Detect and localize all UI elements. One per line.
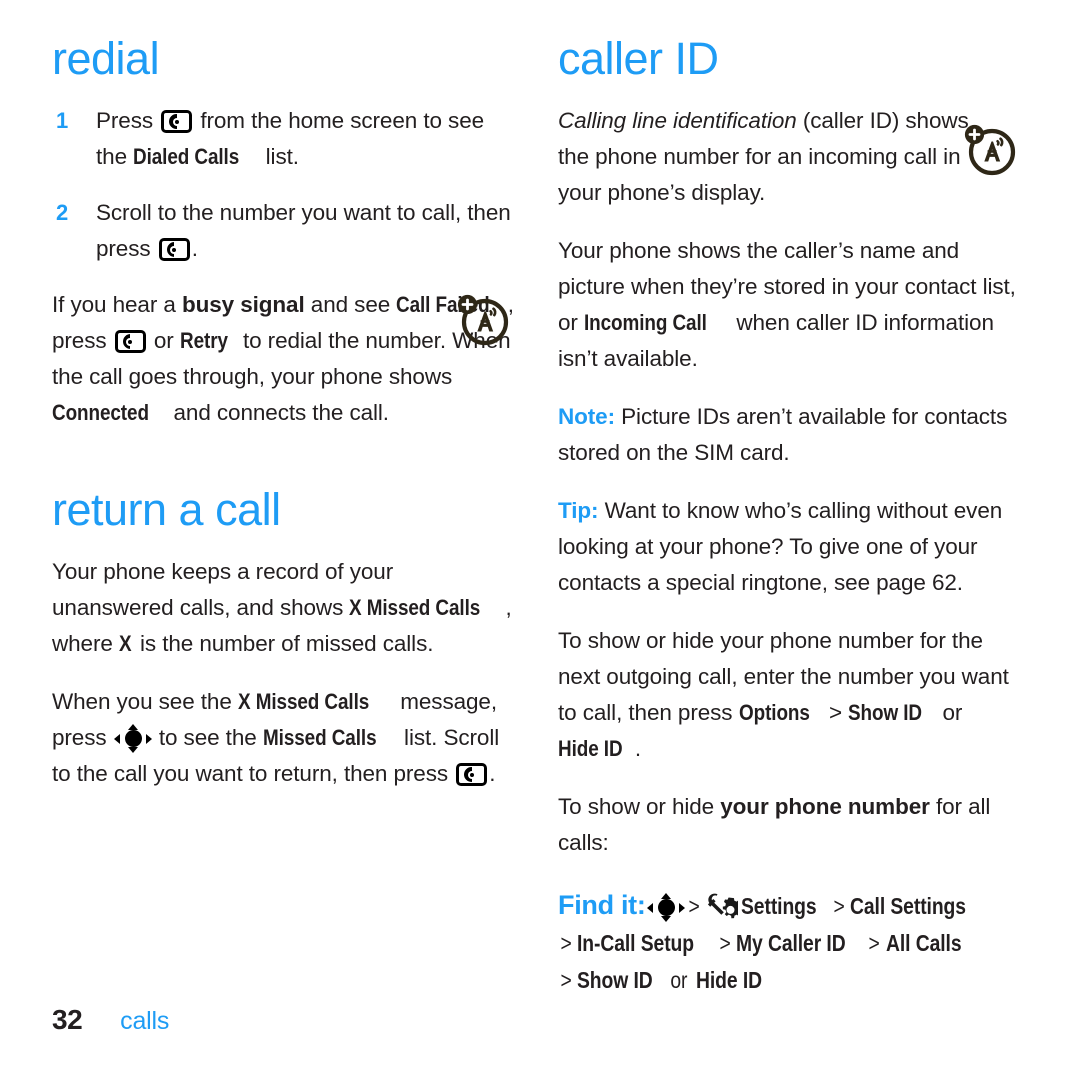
path-separator: > [560, 930, 572, 956]
path-item: In-Call Setup [577, 930, 695, 956]
text-run: Your phone keeps a record of your unansw… [52, 559, 394, 620]
tip-keyword: Tip: [558, 498, 599, 523]
manual-page: redial 1 Press from the home screen to s… [0, 0, 1080, 1080]
section-title-return-a-call: return a call [52, 484, 281, 535]
nav-key-icon [646, 893, 685, 922]
path-conjunction: or [670, 967, 688, 993]
step-text-part: Press [96, 108, 154, 133]
text-run: or [936, 700, 963, 725]
section-title-caller-id: caller ID [558, 33, 719, 84]
find-it-label: Find it: [558, 890, 646, 920]
ui-label: Dialed Calls [133, 144, 240, 169]
send-key-icon [161, 110, 193, 133]
text-run: to see the [152, 725, 263, 750]
text-run: . [634, 736, 641, 761]
ui-label: Missed Calls [262, 725, 377, 750]
network-feature-icon [962, 121, 1018, 177]
text-run: When you see the [52, 689, 238, 714]
find-it-line-2: > In-Call Setup > My Caller ID > All Calls [558, 925, 1020, 962]
right-column: caller ID Calling line identification (c… [558, 36, 1020, 999]
section-title-redial: redial [52, 33, 160, 84]
network-feature-icon [455, 291, 511, 347]
path-separator: > [688, 893, 700, 919]
text-run: To show or hide [558, 794, 721, 819]
path-item: Settings [740, 893, 817, 919]
text-run: If you hear a [52, 292, 182, 317]
step-text-part: . [191, 236, 198, 261]
paragraph-missed-calls-record: Your phone keeps a record of your unansw… [52, 554, 514, 662]
step-item: 2 Scroll to the number you want to call,… [52, 195, 514, 267]
step-number: 1 [56, 108, 69, 133]
step-item: 1 Press from the home screen to see the … [52, 103, 514, 175]
text-run: is the number of missed calls. [133, 631, 434, 656]
ui-label: Options [738, 700, 810, 725]
ui-label: Retry [179, 328, 228, 353]
ui-label: Show ID [848, 700, 923, 725]
ui-label: X Missed Calls [237, 689, 370, 714]
send-key-icon [158, 238, 190, 261]
paragraph-show-hide-all-calls: To show or hide your phone number for al… [558, 789, 1020, 861]
path-separator: > [868, 930, 881, 956]
settings-gear-wrench-icon [706, 891, 743, 921]
step-text-part: list. [265, 144, 299, 169]
text-strong: your phone number [720, 794, 930, 819]
text-strong: busy signal [181, 292, 305, 317]
text-run: > [822, 700, 849, 725]
page-footer: 32 calls [52, 1004, 169, 1036]
path-item: All Calls [885, 930, 962, 956]
step-number: 2 [56, 200, 69, 225]
nav-key-icon [113, 724, 152, 753]
text-run: Want to know who’s calling without even … [558, 498, 1003, 595]
send-key-icon [114, 330, 146, 353]
send-key-icon [456, 763, 488, 786]
path-item: Show ID [577, 967, 653, 993]
page-number: 32 [52, 1004, 83, 1035]
ui-label: X [118, 631, 132, 656]
text-run: and see [304, 292, 397, 317]
text-run: and connects the call. [167, 400, 390, 425]
text-run: . [489, 761, 496, 786]
ui-label: Hide ID [558, 736, 623, 761]
find-it-line-1: Find it: > Settings > Call Settings [558, 887, 1020, 925]
ui-label: X Missed Calls [349, 595, 481, 620]
ui-label: Connected [52, 400, 149, 425]
text-italic: Calling line identification [558, 108, 797, 133]
ui-label: Incoming Call [583, 310, 707, 335]
path-item: My Caller ID [735, 930, 846, 956]
paragraph-caller-name-picture: Your phone shows the caller’s name and p… [558, 233, 1020, 377]
text-run: Picture IDs aren’t available for contact… [558, 404, 1008, 465]
chapter-name: calls [120, 1007, 170, 1035]
paragraph-calling-line-identification: Calling line identification (caller ID) … [558, 103, 976, 211]
paragraph-show-hide-next-call: To show or hide your phone number for th… [558, 623, 1020, 767]
path-separator: > [560, 967, 572, 993]
path-separator: > [719, 930, 731, 956]
text-run: or [147, 328, 180, 353]
paragraph-note: Note: Picture IDs aren’t available for c… [558, 399, 1020, 471]
paragraph-tip: Tip: Want to know who’s calling without … [558, 493, 1020, 601]
left-column: redial 1 Press from the home screen to s… [52, 36, 514, 792]
path-item: Call Settings [850, 893, 967, 919]
paragraph-missed-calls-howto: When you see the X Missed Calls message,… [52, 684, 514, 792]
path-item: Hide ID [695, 967, 762, 993]
find-it-block: Find it: > Settings > Call Settings > In-Call… [558, 887, 1020, 999]
find-it-line-3: > Show ID or Hide ID [558, 962, 1020, 999]
paragraph-busy-signal: If you hear a busy signal and see Call F… [52, 287, 514, 431]
path-separator: > [833, 893, 845, 919]
note-keyword: Note: [558, 404, 615, 429]
